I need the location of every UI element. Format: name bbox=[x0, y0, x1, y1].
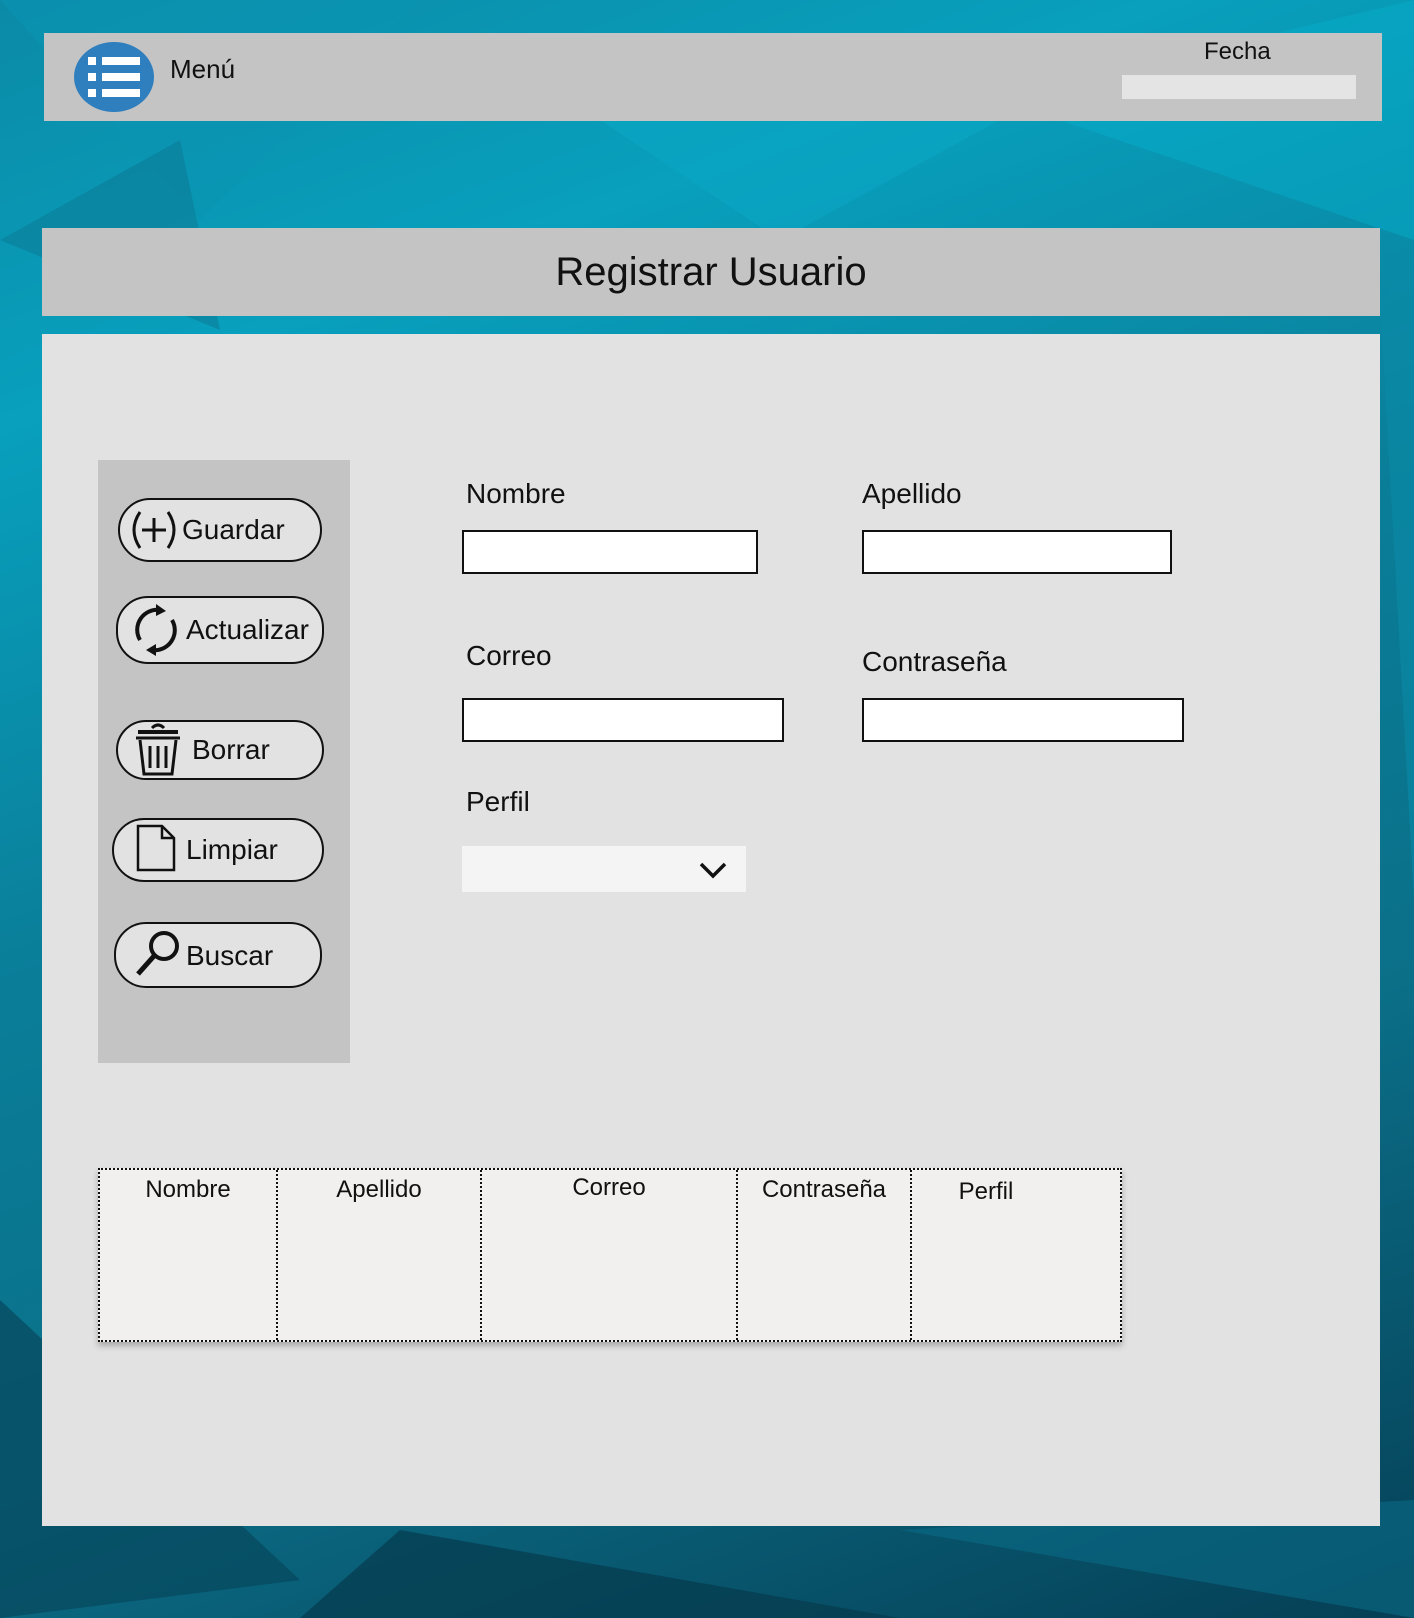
search-label: Buscar bbox=[186, 940, 274, 971]
perfil-label: Perfil bbox=[466, 786, 530, 817]
users-table: Nombre Apellido Correo Contraseña Perfil bbox=[98, 1168, 1122, 1342]
document-icon bbox=[136, 824, 176, 872]
save-label: Guardar bbox=[182, 514, 285, 545]
table-header-apellido[interactable]: Apellido bbox=[278, 1170, 482, 1340]
update-button[interactable]: Actualizar bbox=[116, 596, 324, 664]
actions-sidebar: Guardar Actualizar Borrar Limpiar Buscar bbox=[98, 460, 350, 1063]
column-label: Perfil bbox=[958, 1178, 1014, 1205]
search-button[interactable]: Buscar bbox=[114, 922, 322, 988]
menu-label: Menú bbox=[170, 54, 236, 84]
menu-button[interactable] bbox=[74, 42, 154, 112]
nombre-field[interactable] bbox=[462, 530, 758, 574]
correo-field[interactable] bbox=[462, 698, 784, 742]
clear-button[interactable]: Limpiar bbox=[112, 818, 324, 882]
update-label: Actualizar bbox=[186, 614, 309, 645]
chevron-down-icon bbox=[699, 862, 727, 879]
date-label: Fecha bbox=[1204, 38, 1271, 65]
save-button[interactable]: Guardar bbox=[118, 498, 322, 562]
date-field[interactable] bbox=[1122, 75, 1356, 99]
apellido-field[interactable] bbox=[862, 530, 1172, 574]
column-label: Apellido bbox=[336, 1176, 422, 1203]
perfil-select[interactable] bbox=[462, 846, 746, 892]
trash-icon bbox=[136, 723, 180, 776]
top-bar: Menú Fecha bbox=[44, 33, 1382, 121]
refresh-icon bbox=[135, 604, 177, 656]
apellido-label: Apellido bbox=[862, 478, 962, 509]
correo-label: Correo bbox=[466, 640, 552, 671]
contrasena-field[interactable] bbox=[862, 698, 1184, 742]
main-panel: Guardar Actualizar Borrar Limpiar Buscar… bbox=[42, 334, 1380, 1526]
nombre-label: Nombre bbox=[466, 478, 566, 509]
column-label: Correo bbox=[572, 1174, 646, 1201]
table-header-perfil[interactable]: Perfil bbox=[912, 1170, 1120, 1340]
column-label: Nombre bbox=[145, 1176, 231, 1203]
plus-circle-icon bbox=[132, 511, 176, 549]
clear-label: Limpiar bbox=[186, 834, 278, 865]
list-icon bbox=[88, 57, 140, 97]
table-header-nombre[interactable]: Nombre bbox=[100, 1170, 278, 1340]
page-title: Registrar Usuario bbox=[555, 250, 867, 294]
contrasena-label: Contraseña bbox=[862, 646, 1007, 677]
page-title-bar: Registrar Usuario bbox=[42, 228, 1380, 316]
magnifier-icon bbox=[136, 931, 179, 976]
delete-button[interactable]: Borrar bbox=[116, 720, 324, 780]
delete-label: Borrar bbox=[192, 734, 270, 765]
table-header-correo[interactable]: Correo bbox=[482, 1170, 738, 1340]
